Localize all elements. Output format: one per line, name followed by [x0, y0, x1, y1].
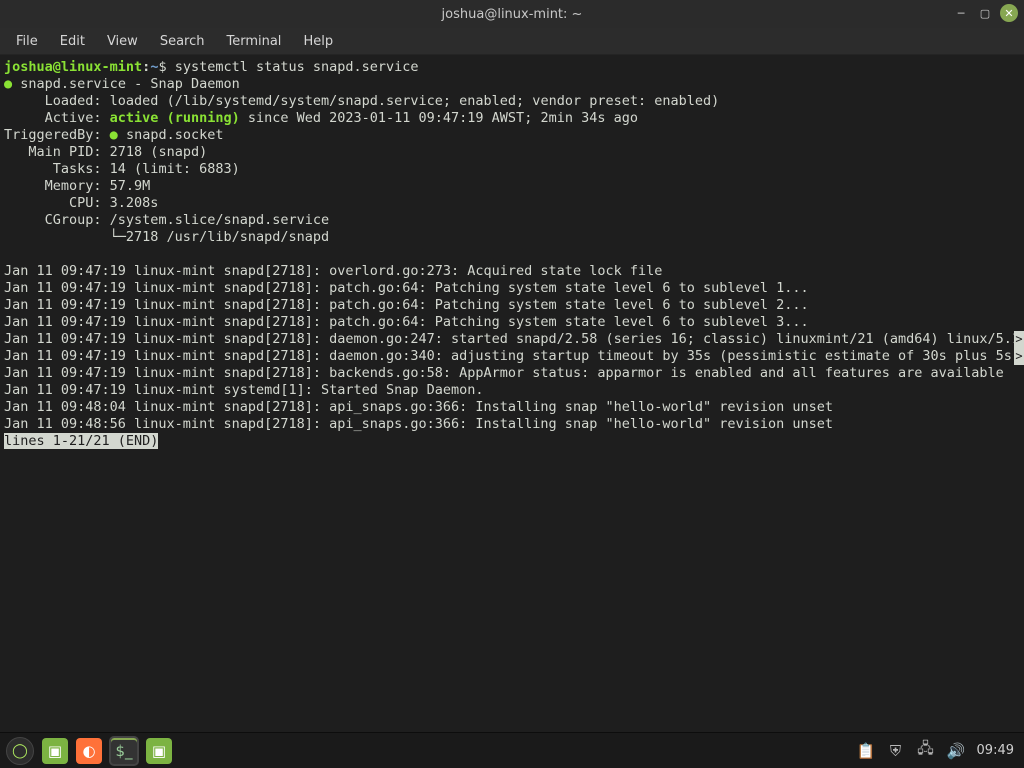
prompt-user: joshua@linux-mint — [4, 59, 142, 75]
terminal-output[interactable]: joshua@linux-mint:~$ systemctl status sn… — [0, 55, 1024, 732]
menu-help[interactable]: Help — [293, 30, 343, 53]
log-line: Jan 11 09:47:19 linux-mint snapd[2718]: … — [4, 263, 662, 279]
tasks-value: 14 (limit: 6883) — [110, 161, 240, 177]
menu-search[interactable]: Search — [150, 30, 215, 53]
volume-tray-icon[interactable]: 🔊 — [947, 742, 965, 760]
folder-icon: ▣ — [152, 742, 166, 760]
scroll-indicator-icon: > — [1014, 331, 1024, 348]
terminal-taskbar-entry[interactable]: $_ — [110, 737, 138, 765]
mint-menu-button[interactable]: ◯ — [6, 737, 34, 765]
terminal-window: joshua@linux-mint: ~ ─ ▢ ✕ File Edit Vie… — [0, 0, 1024, 732]
folder-icon: ▣ — [48, 742, 62, 760]
command-text: systemctl status snapd.service — [175, 59, 419, 75]
cpu-value: 3.208s — [110, 195, 159, 211]
firefox-icon: ◐ — [82, 742, 95, 760]
log-line: Jan 11 09:47:19 linux-mint systemd[1]: S… — [4, 382, 484, 398]
cgroup-child: └─2718 /usr/lib/snapd/snapd — [4, 229, 329, 245]
files-taskbar-entry[interactable]: ▣ — [146, 738, 172, 764]
pager-status: lines 1-21/21 (END) — [4, 433, 158, 449]
cgroup-label: CGroup: — [4, 212, 110, 228]
mainpid-label: Main PID: — [4, 144, 110, 160]
cpu-label: CPU: — [4, 195, 110, 211]
menu-edit[interactable]: Edit — [50, 30, 95, 53]
mainpid-value: 2718 (snapd) — [110, 144, 208, 160]
files-launcher[interactable]: ▣ — [42, 738, 68, 764]
log-line: Jan 11 09:48:04 linux-mint snapd[2718]: … — [4, 399, 833, 415]
triggered-dot-icon: ● — [110, 127, 118, 143]
titlebar[interactable]: joshua@linux-mint: ~ ─ ▢ ✕ — [0, 0, 1024, 28]
triggered-value: snapd.socket — [126, 127, 224, 143]
log-line: Jan 11 09:47:19 linux-mint snapd[2718]: … — [4, 331, 1020, 347]
log-line: Jan 11 09:47:19 linux-mint snapd[2718]: … — [4, 280, 809, 296]
log-line: Jan 11 09:47:19 linux-mint snapd[2718]: … — [4, 348, 1020, 364]
memory-value: 57.9M — [110, 178, 151, 194]
menu-terminal[interactable]: Terminal — [216, 30, 291, 53]
log-line: Jan 11 09:47:19 linux-mint snapd[2718]: … — [4, 365, 1004, 381]
minimize-button[interactable]: ─ — [952, 4, 970, 22]
window-title: joshua@linux-mint: ~ — [442, 7, 583, 22]
triggered-label: TriggeredBy: — [4, 127, 110, 143]
firefox-launcher[interactable]: ◐ — [76, 738, 102, 764]
mint-logo-icon: ◯ — [12, 743, 28, 759]
close-button[interactable]: ✕ — [1000, 4, 1018, 22]
log-line: Jan 11 09:48:56 linux-mint snapd[2718]: … — [4, 416, 833, 432]
prompt-sigil: $ — [158, 59, 166, 75]
scroll-indicator-icon: > — [1014, 348, 1024, 365]
cgroup-value: /system.slice/snapd.service — [110, 212, 329, 228]
shield-tray-icon[interactable]: ⛨ — [887, 742, 905, 760]
status-dot-icon: ● — [4, 76, 12, 92]
clipboard-tray-icon[interactable]: 📋 — [857, 742, 875, 760]
terminal-icon: $_ — [115, 742, 132, 760]
loaded-value: loaded (/lib/systemd/system/snapd.servic… — [110, 93, 720, 109]
active-label: Active: — [4, 110, 110, 126]
memory-label: Memory: — [4, 178, 110, 194]
network-tray-icon[interactable]: 🖧 — [917, 738, 935, 763]
tasks-label: Tasks: — [4, 161, 110, 177]
menu-bar: File Edit View Search Terminal Help — [0, 28, 1024, 55]
taskbar: ◯ ▣ ◐ $_ ▣ 📋 ⛨ 🖧 🔊 09:49 — [0, 732, 1024, 768]
menu-view[interactable]: View — [97, 30, 148, 53]
active-since: since Wed 2023-01-11 09:47:19 AWST; 2min… — [240, 110, 638, 126]
unit-line: snapd.service - Snap Daemon — [20, 76, 239, 92]
log-line: Jan 11 09:47:19 linux-mint snapd[2718]: … — [4, 297, 809, 313]
active-state: active (running) — [110, 110, 240, 126]
log-line: Jan 11 09:47:19 linux-mint snapd[2718]: … — [4, 314, 809, 330]
loaded-label: Loaded: — [4, 93, 110, 109]
maximize-button[interactable]: ▢ — [976, 4, 994, 22]
window-controls: ─ ▢ ✕ — [952, 4, 1018, 22]
menu-file[interactable]: File — [6, 30, 48, 53]
panel-clock[interactable]: 09:49 — [977, 743, 1018, 758]
